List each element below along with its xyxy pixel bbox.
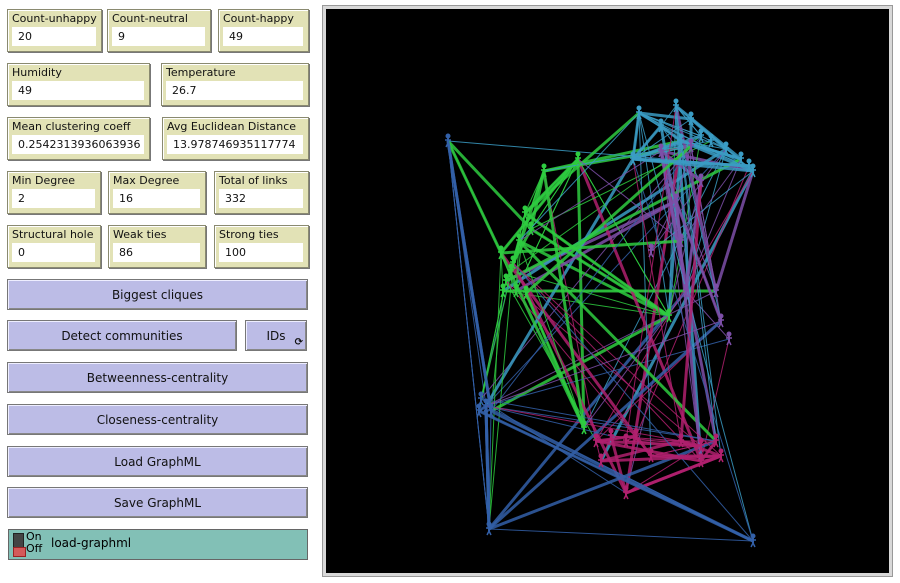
monitor-min-degree: Min Degree 2 <box>7 171 101 214</box>
monitor-count-neutral: Count-neutral 9 <box>107 9 211 52</box>
monitor-value: 20 <box>12 27 96 46</box>
monitor-label: Min Degree <box>12 174 76 187</box>
monitor-avg-euclidean-distance: Avg Euclidean Distance 13.978746935117774 <box>162 117 309 160</box>
monitor-label: Total of links <box>219 174 288 187</box>
monitor-label: Avg Euclidean Distance <box>167 120 297 133</box>
monitor-label: Count-happy <box>223 12 294 25</box>
monitor-value: 26.7 <box>166 81 303 100</box>
ids-label: IDs <box>266 328 286 343</box>
monitor-label: Strong ties <box>219 228 279 241</box>
load-graphml-button[interactable]: Load GraphML <box>7 446 308 477</box>
world-view[interactable] <box>322 5 893 577</box>
monitor-mean-clustering-coeff: Mean clustering coeff 0.2542313936063936 <box>7 117 150 160</box>
monitor-label: Mean clustering coeff <box>12 120 131 133</box>
monitor-value: 0 <box>12 243 95 262</box>
monitor-weak-ties: Weak ties 86 <box>108 225 206 268</box>
monitor-structural-hole: Structural hole 0 <box>7 225 101 268</box>
monitor-value: 16 <box>113 189 200 208</box>
monitor-temperature: Temperature 26.7 <box>161 63 309 106</box>
network-graph <box>326 9 889 573</box>
monitor-value: 332 <box>219 189 303 208</box>
detect-communities-button[interactable]: Detect communities <box>7 320 237 351</box>
monitor-value: 0.2542313936063936 <box>12 135 144 154</box>
monitor-humidity: Humidity 49 <box>7 63 150 106</box>
biggest-cliques-button[interactable]: Biggest cliques <box>7 279 308 310</box>
closeness-centrality-button[interactable]: Closeness-centrality <box>7 404 308 435</box>
switch-label: load-graphml <box>51 536 132 550</box>
monitor-value: 2 <box>12 189 95 208</box>
monitor-count-unhappy: Count-unhappy 20 <box>7 9 102 52</box>
monitor-value: 49 <box>223 27 303 46</box>
monitor-label: Humidity <box>12 66 62 79</box>
monitor-value: 13.978746935117774 <box>167 135 303 154</box>
monitor-strong-ties: Strong ties 100 <box>214 225 309 268</box>
monitor-label: Count-unhappy <box>12 12 97 25</box>
monitor-value: 9 <box>112 27 205 46</box>
monitor-count-happy: Count-happy 49 <box>218 9 309 52</box>
monitor-label: Structural hole <box>12 228 94 241</box>
save-graphml-button[interactable]: Save GraphML <box>7 487 308 518</box>
betweenness-centrality-button[interactable]: Betweenness-centrality <box>7 362 308 393</box>
switch-toggle[interactable] <box>13 533 26 557</box>
monitor-value: 100 <box>219 243 303 262</box>
monitor-total-of-links: Total of links 332 <box>214 171 309 214</box>
switch-off-label: Off <box>26 542 43 555</box>
monitor-label: Max Degree <box>113 174 180 187</box>
ids-button[interactable]: IDs ⟳ <box>245 320 307 351</box>
monitor-label: Weak ties <box>113 228 167 241</box>
load-graphml-switch[interactable]: On Off load-graphml <box>8 529 308 560</box>
monitor-label: Temperature <box>166 66 236 79</box>
monitor-value: 49 <box>12 81 144 100</box>
monitor-value: 86 <box>113 243 200 262</box>
forever-icon: ⟳ <box>294 337 303 348</box>
monitor-max-degree: Max Degree 16 <box>108 171 206 214</box>
monitor-label: Count-neutral <box>112 12 188 25</box>
